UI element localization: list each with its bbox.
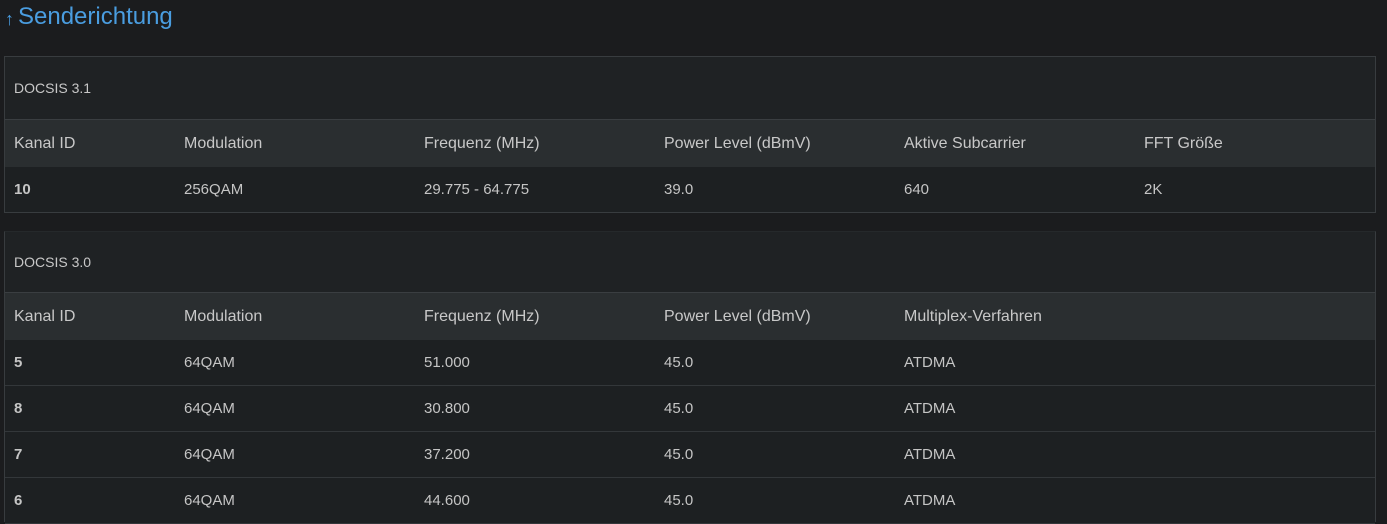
cell-modulation: 64QAM [184, 354, 235, 371]
column-header-multiplex-verfahren: Multiplex-Verfahren [904, 307, 1042, 325]
table-row: 5 64QAM 51.000 45.0 ATDMA [5, 340, 1375, 386]
section-heading[interactable]: ↑ Senderichtung [5, 2, 173, 32]
cell-frequenz: 29.775 - 64.775 [424, 181, 530, 198]
column-header-power-level: Power Level (dBmV) [664, 307, 811, 325]
table-row: 6 64QAM 44.600 45.0 ATDMA [5, 478, 1375, 524]
panel-title: DOCSIS 3.1 [5, 57, 1375, 120]
cell-frequenz: 51.000 [424, 354, 470, 371]
cell-kanal-id: 5 [14, 354, 23, 371]
cell-modulation: 64QAM [184, 492, 235, 509]
table-row: 8 64QAM 30.800 45.0 ATDMA [5, 386, 1375, 432]
cell-power-level: 39.0 [664, 181, 694, 198]
docsis30-panel: DOCSIS 3.0 Kanal ID Modulation Frequenz … [4, 231, 1376, 524]
cell-power-level: 45.0 [664, 354, 694, 371]
cell-aktive-subcarrier: 640 [904, 181, 930, 198]
docsis31-panel: DOCSIS 3.1 Kanal ID Modulation Frequenz … [4, 56, 1376, 213]
cell-fft-groesse: 2K [1144, 181, 1163, 198]
column-header-kanal-id: Kanal ID [14, 307, 76, 325]
panel-title: DOCSIS 3.0 [5, 232, 1375, 293]
cell-modulation: 64QAM [184, 400, 235, 417]
cell-kanal-id: 8 [14, 400, 23, 417]
cell-frequenz: 37.200 [424, 446, 470, 463]
cell-multiplex-verfahren: ATDMA [904, 446, 956, 463]
table-row: 10 256QAM 29.775 - 64.775 39.0 640 2K [5, 167, 1375, 212]
table-row: 7 64QAM 37.200 45.0 ATDMA [5, 432, 1375, 478]
cell-power-level: 45.0 [664, 400, 694, 417]
column-header-modulation: Modulation [184, 134, 263, 152]
column-header-aktive-subcarrier: Aktive Subcarrier [904, 134, 1026, 152]
cell-modulation: 64QAM [184, 446, 235, 463]
arrow-up-icon: ↑ [5, 8, 14, 29]
table-header-row: Kanal ID Modulation Frequenz (MHz) Power… [5, 120, 1375, 167]
cell-kanal-id: 10 [14, 181, 31, 198]
cell-multiplex-verfahren: ATDMA [904, 354, 956, 371]
cell-power-level: 45.0 [664, 492, 694, 509]
column-header-fft-groesse: FFT Größe [1144, 134, 1223, 152]
column-header-modulation: Modulation [184, 307, 263, 325]
column-header-kanal-id: Kanal ID [14, 134, 76, 152]
column-header-frequenz: Frequenz (MHz) [424, 307, 540, 325]
cell-multiplex-verfahren: ATDMA [904, 400, 956, 417]
cell-modulation: 256QAM [184, 181, 244, 198]
column-header-power-level: Power Level (dBmV) [664, 134, 811, 152]
section-title: Senderichtung [18, 3, 173, 30]
cell-kanal-id: 6 [14, 492, 23, 509]
table-header-row: Kanal ID Modulation Frequenz (MHz) Power… [5, 293, 1375, 340]
cell-multiplex-verfahren: ATDMA [904, 492, 956, 509]
cell-frequenz: 44.600 [424, 492, 470, 509]
cell-power-level: 45.0 [664, 446, 694, 463]
column-header-frequenz: Frequenz (MHz) [424, 134, 540, 152]
cell-kanal-id: 7 [14, 446, 23, 463]
cell-frequenz: 30.800 [424, 400, 470, 417]
